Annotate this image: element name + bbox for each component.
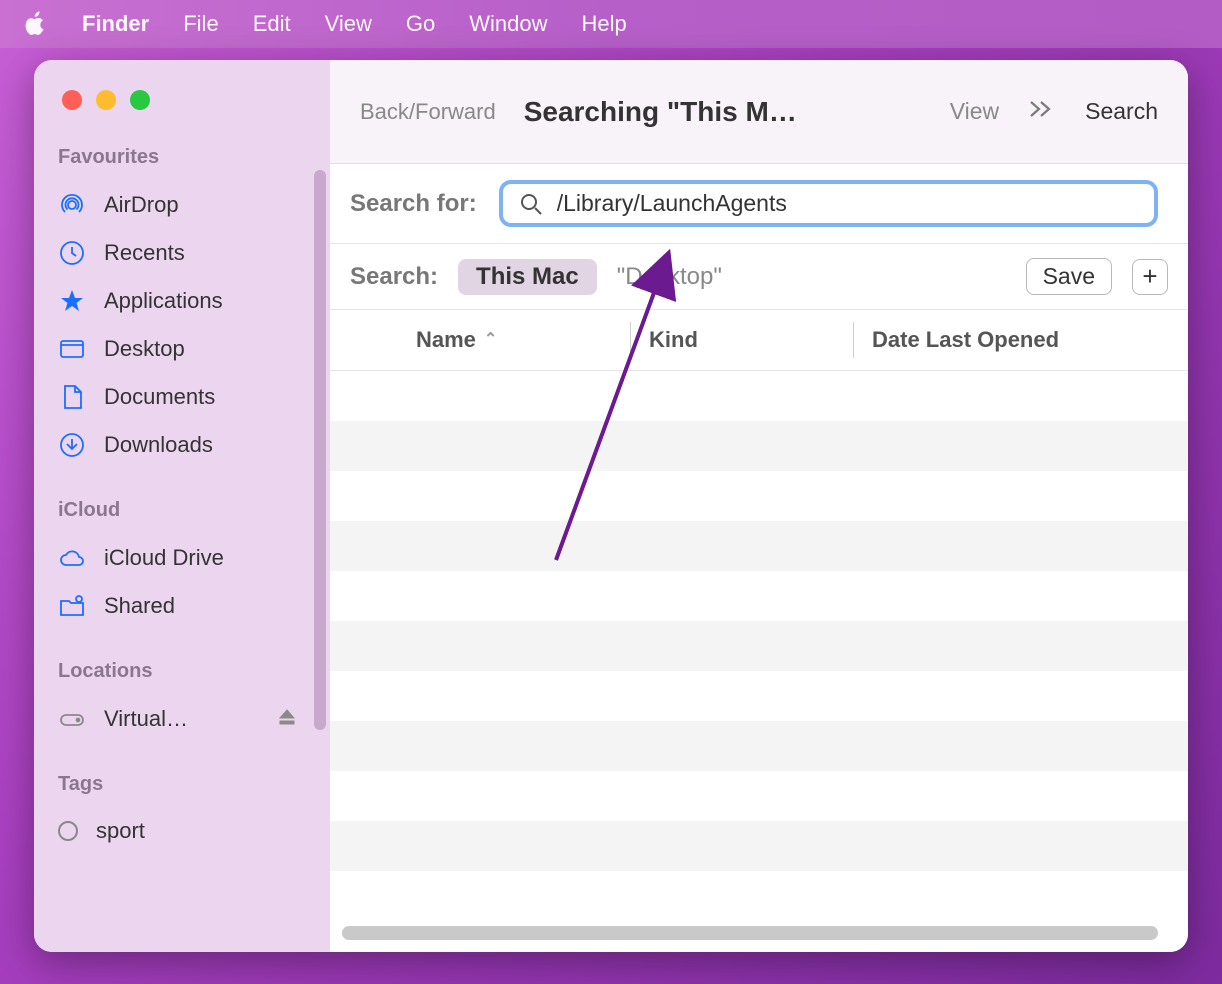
apple-menu-icon[interactable] <box>24 8 48 41</box>
column-kind[interactable]: Kind <box>631 327 853 353</box>
scope-label: Search: <box>350 263 438 291</box>
tag-circle-icon <box>58 821 78 841</box>
menu-app[interactable]: Finder <box>82 11 149 37</box>
airdrop-icon <box>58 191 86 219</box>
sidebar-item-applications[interactable]: Applications <box>34 277 330 325</box>
drive-icon <box>58 705 86 733</box>
horizontal-scrollbar[interactable] <box>342 926 1158 940</box>
sort-indicator-icon: ⌃ <box>484 329 497 349</box>
search-for-bar: Search for: <box>330 164 1188 244</box>
save-search-button[interactable]: Save <box>1026 258 1112 295</box>
sidebar-item-label: Desktop <box>104 336 185 362</box>
column-name-label: Name <box>416 327 476 353</box>
applications-icon <box>58 287 86 315</box>
download-icon <box>58 431 86 459</box>
sidebar-tags-label: Tags <box>34 773 330 808</box>
sidebar-item-label: Recents <box>104 240 185 266</box>
sidebar-item-label: Virtual… <box>104 706 188 732</box>
sidebar-locations-label: Locations <box>34 660 330 695</box>
menu-go[interactable]: Go <box>406 11 435 37</box>
menu-window[interactable]: Window <box>469 11 547 37</box>
add-criteria-button[interactable]: + <box>1132 259 1168 295</box>
column-headers: Name ⌃ Kind Date Last Opened <box>330 310 1188 371</box>
desktop-icon <box>58 335 86 363</box>
sidebar-item-airdrop[interactable]: AirDrop <box>34 181 330 229</box>
shared-folder-icon <box>58 592 86 620</box>
sidebar-item-desktop[interactable]: Desktop <box>34 325 330 373</box>
sidebar-scrollbar[interactable] <box>314 170 326 730</box>
toolbar: Back/Forward Searching "This M… View Sea… <box>330 60 1188 164</box>
search-field[interactable] <box>499 180 1158 227</box>
window-title: Searching "This M… <box>524 96 797 128</box>
menu-bar: Finder File Edit View Go Window Help <box>0 0 1222 48</box>
sidebar-item-label: Downloads <box>104 432 213 458</box>
main-content: Back/Forward Searching "This M… View Sea… <box>330 60 1188 952</box>
view-button[interactable]: View <box>950 98 999 125</box>
minimize-button[interactable] <box>96 90 116 110</box>
menu-edit[interactable]: Edit <box>253 11 291 37</box>
menu-file[interactable]: File <box>183 11 218 37</box>
finder-window: Favourites AirDrop Recents Applications … <box>34 60 1188 952</box>
toolbar-search-label[interactable]: Search <box>1085 98 1158 125</box>
sidebar-item-label: sport <box>96 818 145 844</box>
search-for-label: Search for: <box>350 190 477 218</box>
clock-icon <box>58 239 86 267</box>
document-icon <box>58 383 86 411</box>
zoom-button[interactable] <box>130 90 150 110</box>
scope-this-mac[interactable]: This Mac <box>458 259 597 295</box>
back-forward-button[interactable]: Back/Forward <box>360 99 496 125</box>
search-scope-bar: Search: This Mac "Desktop" Save + <box>330 244 1188 310</box>
sidebar-item-tag-sport[interactable]: sport <box>34 808 330 854</box>
sidebar-item-virtual-drive[interactable]: Virtual… <box>34 695 330 743</box>
menu-help[interactable]: Help <box>582 11 627 37</box>
column-name[interactable]: Name ⌃ <box>330 327 630 353</box>
sidebar-item-downloads[interactable]: Downloads <box>34 421 330 469</box>
sidebar-item-label: Documents <box>104 384 215 410</box>
sidebar-item-label: Applications <box>104 288 223 314</box>
results-list <box>330 371 1188 952</box>
sidebar-item-label: iCloud Drive <box>104 545 224 571</box>
column-date[interactable]: Date Last Opened <box>854 327 1188 353</box>
sidebar-item-label: Shared <box>104 593 175 619</box>
search-input[interactable] <box>557 188 1138 219</box>
close-button[interactable] <box>62 90 82 110</box>
sidebar-item-recents[interactable]: Recents <box>34 229 330 277</box>
sidebar: Favourites AirDrop Recents Applications … <box>34 60 330 952</box>
sidebar-item-shared[interactable]: Shared <box>34 582 330 630</box>
sidebar-item-label: AirDrop <box>104 192 179 218</box>
scope-desktop[interactable]: "Desktop" <box>617 263 722 291</box>
search-icon <box>519 192 543 216</box>
chevron-right-icon[interactable] <box>1027 98 1057 125</box>
window-traffic-lights <box>34 90 330 110</box>
sidebar-icloud-label: iCloud <box>34 499 330 534</box>
sidebar-favourites-label: Favourites <box>34 146 330 181</box>
cloud-icon <box>58 544 86 572</box>
menu-view[interactable]: View <box>325 11 372 37</box>
eject-icon[interactable] <box>278 706 296 732</box>
sidebar-item-icloud-drive[interactable]: iCloud Drive <box>34 534 330 582</box>
sidebar-item-documents[interactable]: Documents <box>34 373 330 421</box>
